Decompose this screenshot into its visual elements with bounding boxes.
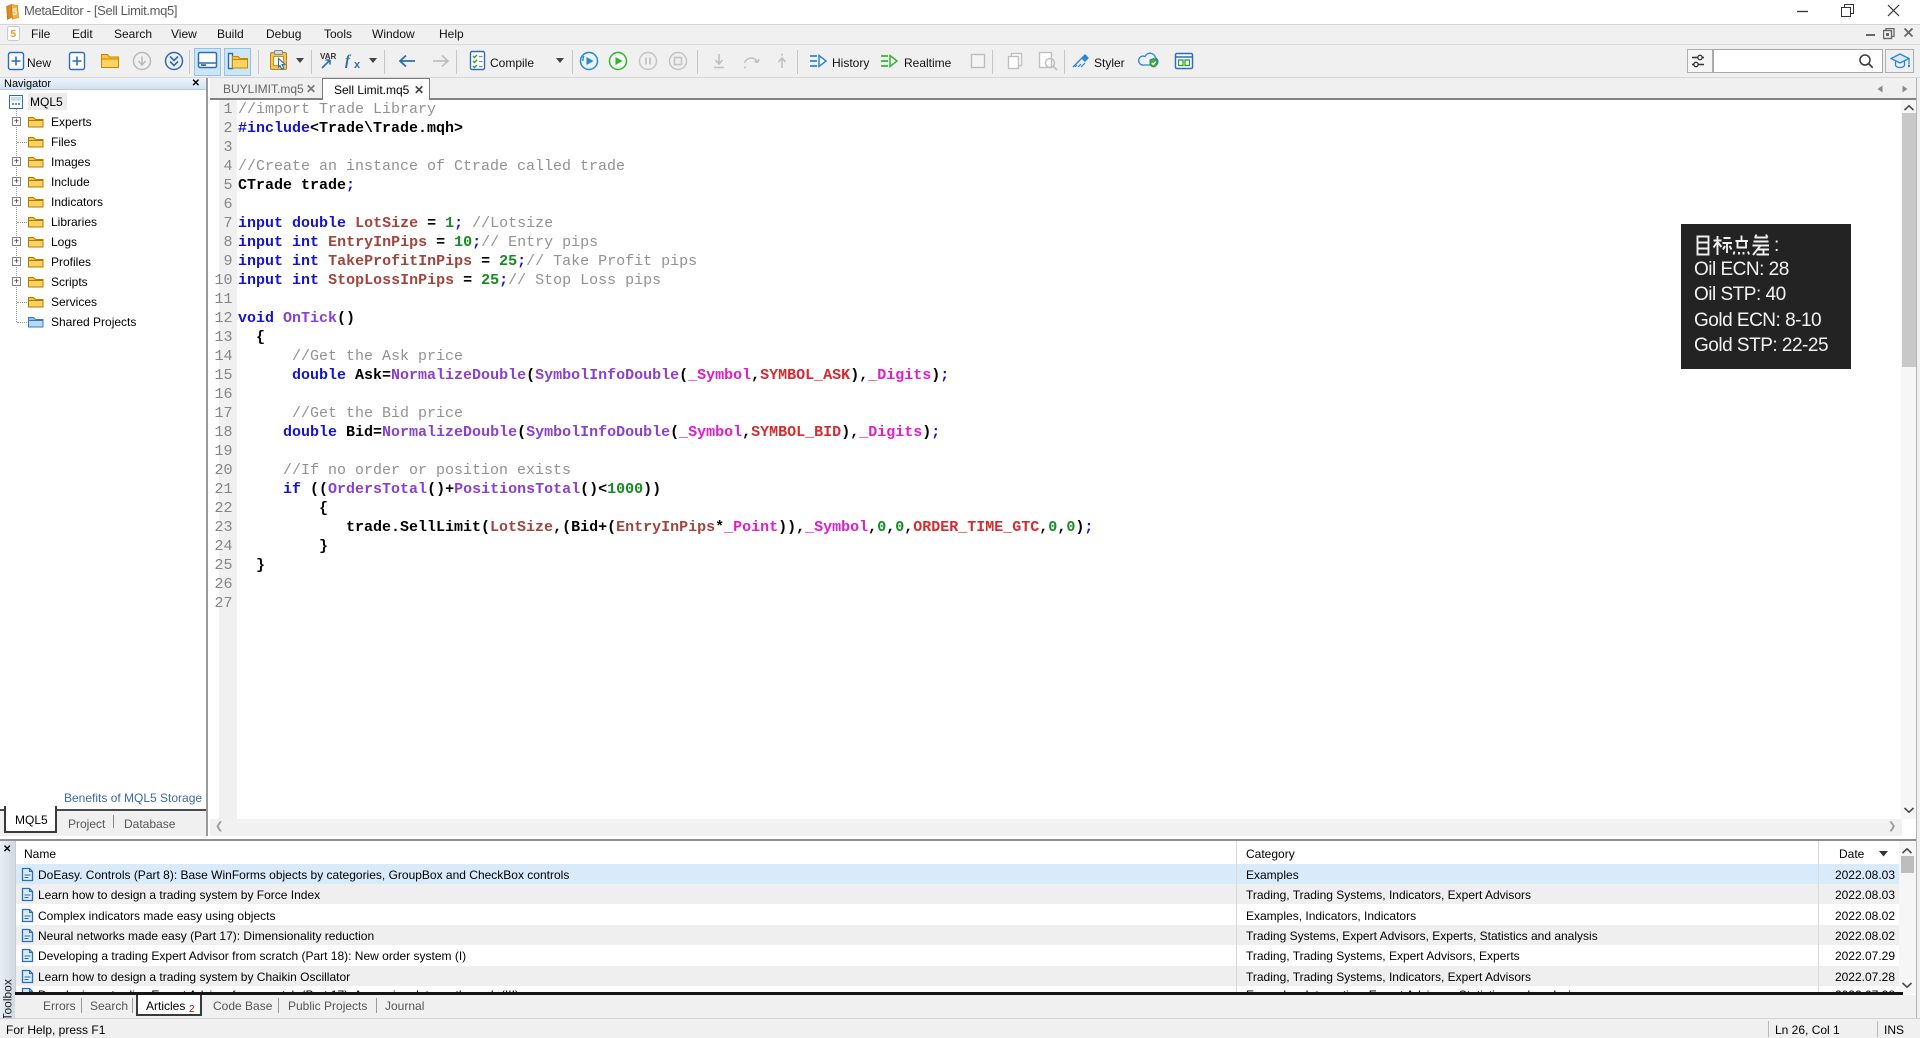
svg-text:x: x: [354, 59, 361, 71]
svg-text:5: 5: [12, 7, 18, 18]
svg-text:5: 5: [11, 29, 17, 40]
svg-text:f: f: [345, 53, 352, 69]
